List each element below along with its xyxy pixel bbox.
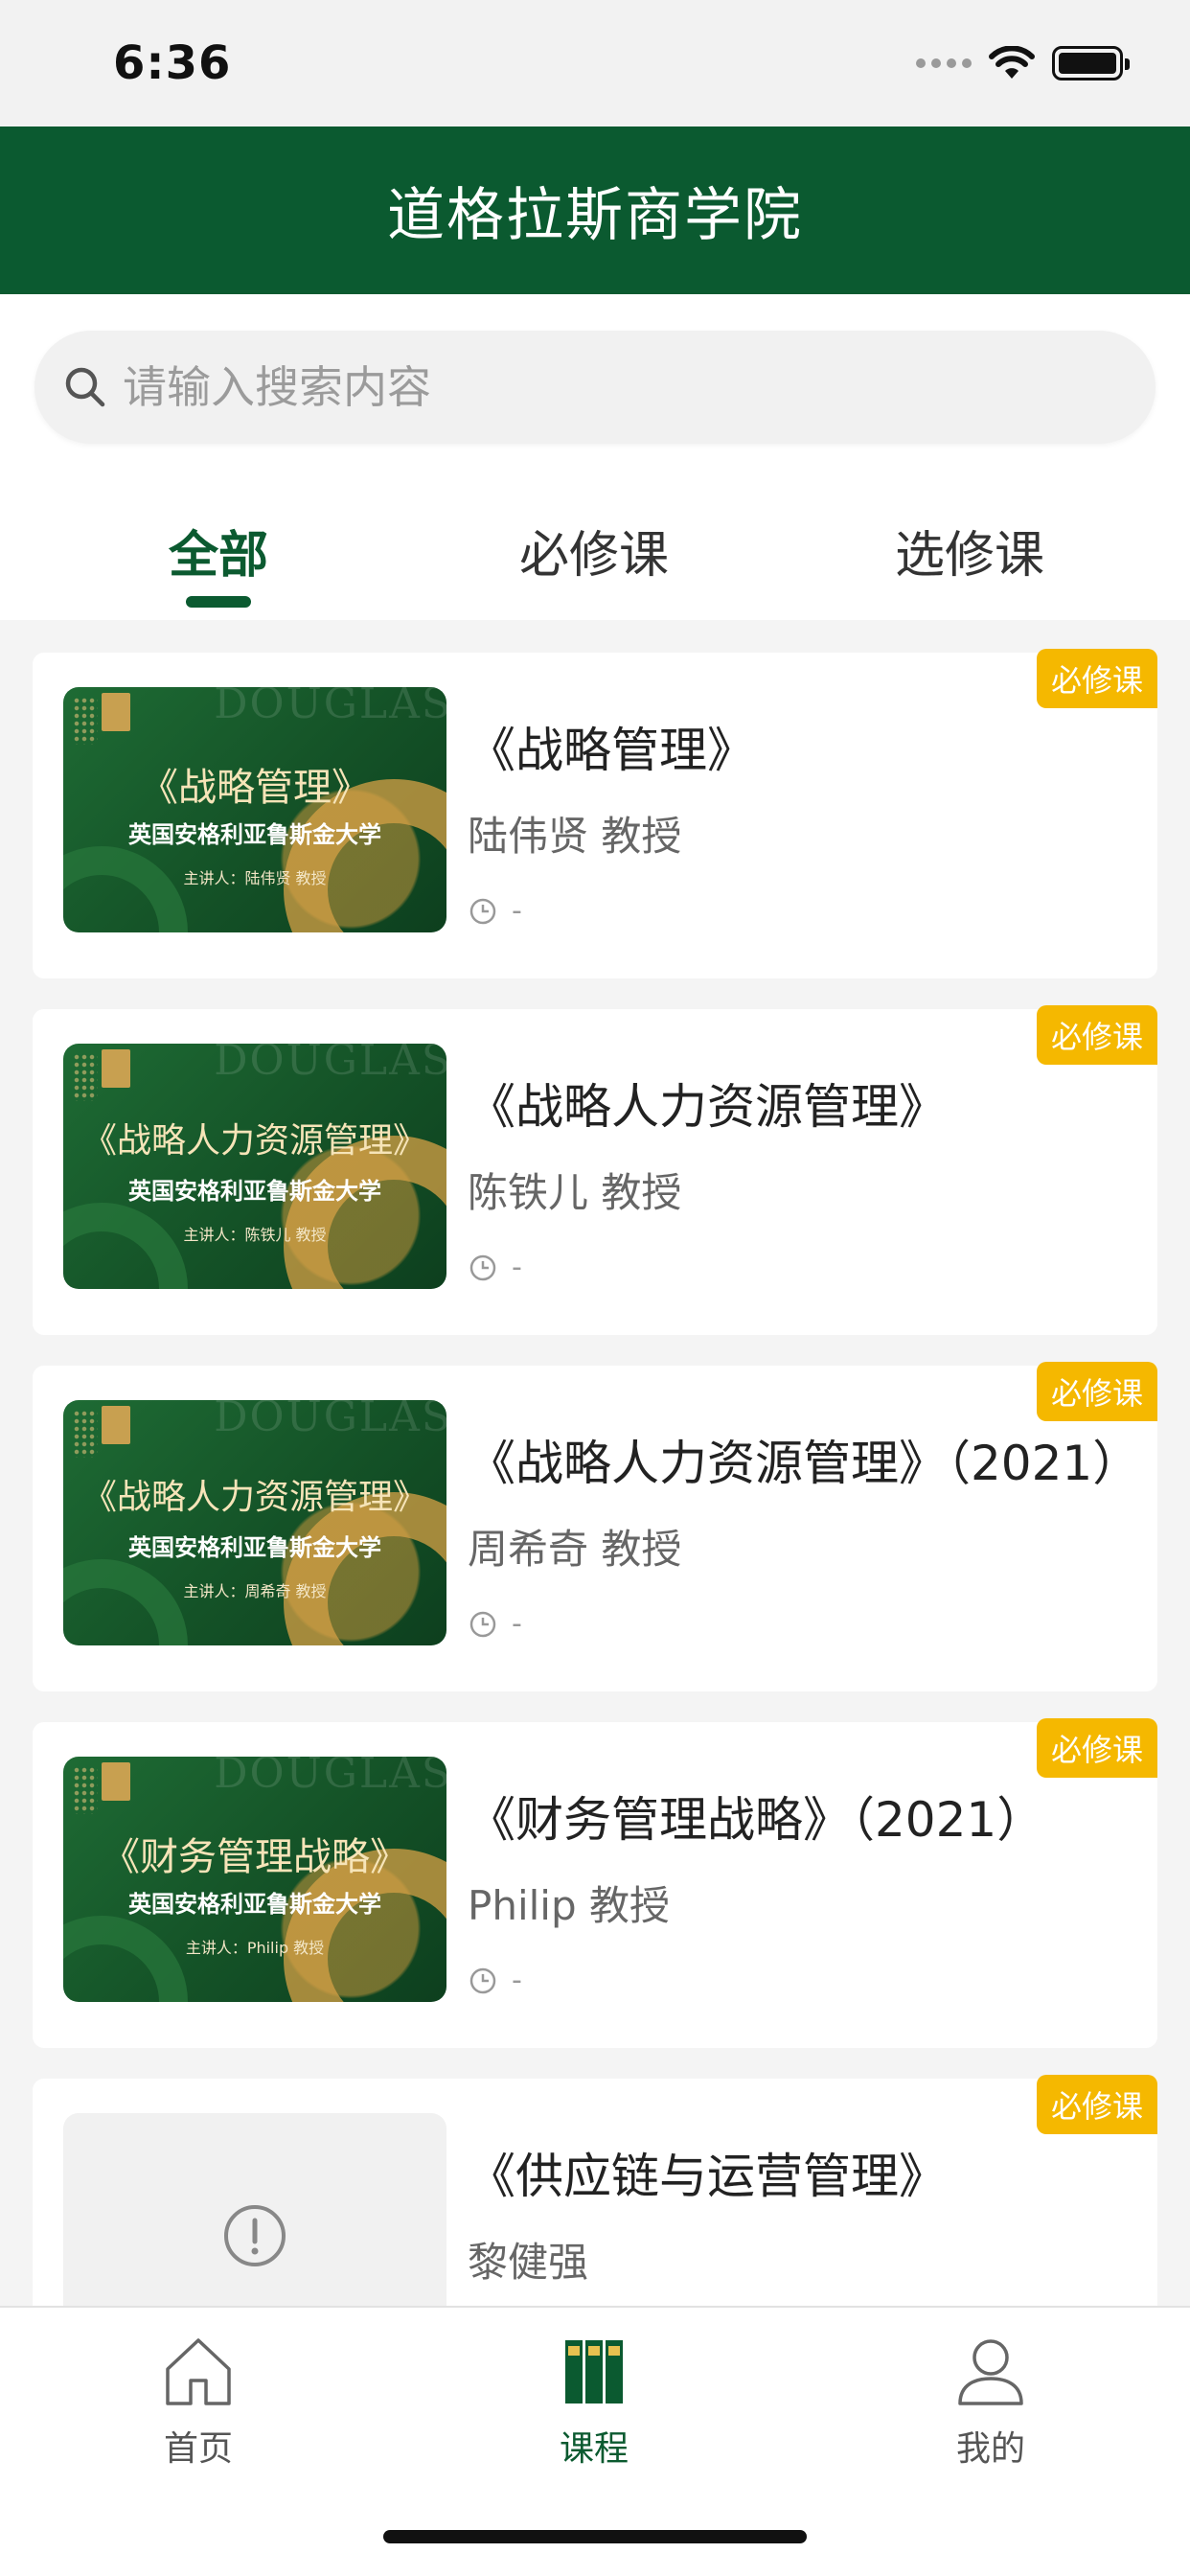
- category-tabs: 全部 必修课 选修课: [0, 457, 1190, 620]
- clock-icon: [469, 1254, 496, 1280]
- course-teacher: 黎健强: [468, 2239, 589, 2286]
- app-header: 道格拉斯商学院: [0, 126, 1190, 294]
- thumb-title: 《战略人力资源管理》: [81, 1478, 427, 1517]
- course-title: 《财务管理战略》（2021）: [468, 1792, 1045, 1848]
- school-logo-icon: [102, 1049, 130, 1088]
- tabbar-mine-label: 我的: [955, 2429, 1025, 2469]
- course-card[interactable]: DOUGLAS 《战略人力资源管理》 英国安格利亚鲁斯金大学 主讲人：陈铁儿 教…: [33, 1005, 1157, 1335]
- thumb-lecturer: 主讲人：周希奇 教授: [183, 1582, 327, 1600]
- wifi-icon: [989, 46, 1035, 79]
- tab-required[interactable]: 必修课: [519, 515, 669, 586]
- tabbar-home-label: 首页: [163, 2429, 233, 2469]
- search-bar[interactable]: [34, 331, 1156, 444]
- clock-icon: [469, 1967, 496, 1993]
- course-time-text: -: [512, 1964, 522, 1997]
- tabbar-mine[interactable]: 我的: [895, 2331, 1087, 2471]
- course-title: 《战略人力资源管理》: [468, 1079, 947, 1135]
- thumb-lecturer: 主讲人：陆伟贤 教授: [183, 869, 327, 887]
- thumb-watermark: DOUGLAS: [214, 1400, 446, 1441]
- tab-elective[interactable]: 选修课: [895, 515, 1044, 586]
- course-time-text: -: [512, 1251, 522, 1284]
- thumb-watermark: DOUGLAS: [214, 687, 446, 728]
- tabbar-home[interactable]: 首页: [103, 2331, 294, 2471]
- thumb-subtitle: 英国安格利亚鲁斯金大学: [128, 821, 381, 848]
- course-title: 《战略人力资源管理》（2021）: [468, 1436, 1141, 1491]
- books-icon: [565, 2340, 623, 2404]
- course-type-badge: 必修课: [1037, 649, 1157, 708]
- course-time: -: [468, 894, 522, 928]
- course-title: 《供应链与运营管理》: [468, 2149, 947, 2204]
- thumb-watermark: DOUGLAS: [214, 1757, 446, 1798]
- thumb-title: 《战略管理》: [140, 766, 370, 810]
- thumb-watermark: DOUGLAS: [214, 1044, 446, 1085]
- school-logo-icon: [102, 1762, 130, 1801]
- home-indicator: [383, 2530, 807, 2543]
- course-teacher: 陆伟贤 教授: [468, 813, 682, 860]
- home-icon: [166, 2338, 231, 2405]
- tabbar-courses[interactable]: 课程: [498, 2331, 690, 2471]
- search-icon: [65, 367, 105, 407]
- course-teacher: 周希奇 教授: [468, 1526, 682, 1573]
- course-title: 《战略管理》: [468, 723, 755, 778]
- course-teacher: Philip 教授: [468, 1882, 670, 1929]
- course-time-text: -: [512, 1607, 522, 1641]
- active-tab-indicator: [186, 596, 251, 608]
- course-card[interactable]: DOUGLAS 《战略管理》 英国安格利亚鲁斯金大学 主讲人：陆伟贤 教授 《战…: [33, 649, 1157, 978]
- clock-icon: [469, 898, 496, 924]
- course-teacher: 陈铁儿 教授: [468, 1169, 682, 1216]
- course-card[interactable]: DOUGLAS 《战略人力资源管理》 英国安格利亚鲁斯金大学 主讲人：周希奇 教…: [33, 1362, 1157, 1691]
- thumb-subtitle: 英国安格利亚鲁斯金大学: [128, 1534, 381, 1561]
- user-icon: [958, 2339, 1023, 2405]
- course-thumbnail: DOUGLAS 《战略管理》 英国安格利亚鲁斯金大学 主讲人：陆伟贤 教授: [63, 687, 446, 932]
- tab-all[interactable]: 全部: [169, 515, 268, 586]
- thumb-title: 《战略人力资源管理》: [81, 1121, 427, 1161]
- course-time: -: [468, 1607, 522, 1641]
- school-logo-icon: [102, 693, 130, 731]
- course-thumbnail: DOUGLAS 《财务管理战略》 英国安格利亚鲁斯金大学 主讲人：Philip …: [63, 1757, 446, 2002]
- search-input[interactable]: [123, 361, 985, 413]
- clock-icon: [469, 1611, 496, 1637]
- course-time: -: [468, 1251, 522, 1284]
- thumb-title: 《财务管理战略》: [102, 1835, 408, 1879]
- course-type-badge: 必修课: [1037, 1362, 1157, 1421]
- course-thumbnail: DOUGLAS 《战略人力资源管理》 英国安格利亚鲁斯金大学 主讲人：周希奇 教…: [63, 1400, 446, 1645]
- search-area: [0, 294, 1190, 457]
- course-time-text: -: [512, 894, 522, 928]
- course-type-badge: 必修课: [1037, 2075, 1157, 2134]
- status-bar: 6:36: [0, 0, 1190, 126]
- tabbar-courses-label: 课程: [559, 2429, 629, 2469]
- page-title: 道格拉斯商学院: [387, 182, 803, 249]
- course-card[interactable]: DOUGLAS 《财务管理战略》 英国安格利亚鲁斯金大学 主讲人：Philip …: [33, 1718, 1157, 2048]
- image-error-icon: [224, 2205, 286, 2266]
- course-type-badge: 必修课: [1037, 1718, 1157, 1778]
- status-indicators: [916, 46, 1130, 80]
- thumb-lecturer: 主讲人：Philip 教授: [185, 1939, 325, 1957]
- battery-icon: [1052, 46, 1130, 80]
- school-logo-icon: [102, 1406, 130, 1444]
- course-type-badge: 必修课: [1037, 1005, 1157, 1065]
- status-time: 6:36: [113, 36, 232, 90]
- thumb-lecturer: 主讲人：陈铁儿 教授: [183, 1226, 327, 1244]
- course-thumbnail: DOUGLAS 《战略人力资源管理》 英国安格利亚鲁斯金大学 主讲人：陈铁儿 教…: [63, 1044, 446, 1289]
- course-time: -: [468, 1964, 522, 1997]
- thumb-subtitle: 英国安格利亚鲁斯金大学: [128, 1178, 381, 1205]
- thumb-subtitle: 英国安格利亚鲁斯金大学: [128, 1891, 381, 1918]
- signal-dots-icon: [916, 58, 972, 68]
